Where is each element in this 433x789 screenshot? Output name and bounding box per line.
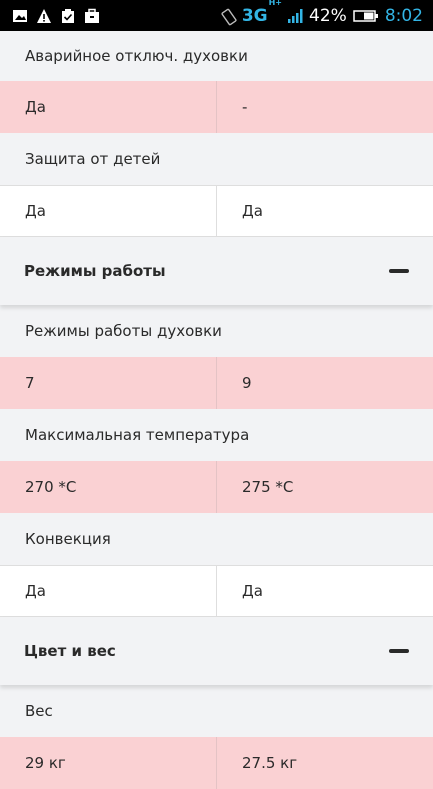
work-icon	[84, 8, 100, 24]
battery-percent: 42%	[309, 5, 347, 26]
section-header-color-weight[interactable]: Цвет и вес	[0, 617, 433, 685]
spec-label-emergency-off: Аварийное отключ. духовки	[0, 31, 433, 81]
spec-label-max-temp: Максимальная температура	[0, 409, 433, 461]
spec-values-convection: Да Да	[0, 565, 433, 617]
value-left: Да	[25, 202, 46, 220]
value-right: -	[216, 81, 433, 133]
warning-icon	[36, 8, 52, 24]
value-left: 270 *C	[25, 478, 77, 496]
collapse-icon[interactable]	[389, 641, 409, 661]
spec-values-emergency-off: Да -	[0, 81, 433, 133]
section-title: Режимы работы	[24, 262, 166, 280]
collapse-icon[interactable]	[389, 261, 409, 281]
value-left: Да	[25, 98, 46, 116]
clipboard-check-icon	[60, 8, 76, 24]
value-left: Да	[25, 582, 46, 600]
spec-label-convection: Конвекция	[0, 513, 433, 565]
network-type: 3GH+	[241, 0, 283, 26]
value-right: Да	[216, 566, 433, 616]
battery-icon	[353, 8, 379, 24]
spec-values-max-temp: 270 *C 275 *C	[0, 461, 433, 513]
status-bar: 3GH+ 42% 8:02	[0, 0, 433, 31]
spec-values-oven-modes: 7 9	[0, 357, 433, 409]
value-right: Да	[216, 186, 433, 236]
image-icon	[12, 8, 28, 24]
value-left: 29 кг	[25, 754, 66, 772]
value-right: 9	[216, 357, 433, 409]
spec-values-child-lock: Да Да	[0, 185, 433, 237]
section-title: Цвет и вес	[24, 642, 116, 660]
spec-values-weight: 29 кг 27.5 кг	[0, 737, 433, 789]
value-left: 7	[25, 374, 35, 392]
comparison-list: Аварийное отключ. духовки Да - Защита от…	[0, 31, 433, 789]
rotation-icon	[220, 8, 237, 25]
spec-label-weight: Вес	[0, 685, 433, 737]
value-right: 275 *C	[216, 461, 433, 513]
spec-label-oven-modes: Режимы работы духовки	[0, 305, 433, 357]
spec-label-child-lock: Защита от детей	[0, 133, 433, 185]
signal-icon	[287, 8, 303, 24]
clock: 8:02	[384, 5, 423, 26]
section-header-modes[interactable]: Режимы работы	[0, 237, 433, 305]
value-right: 27.5 кг	[216, 737, 433, 789]
